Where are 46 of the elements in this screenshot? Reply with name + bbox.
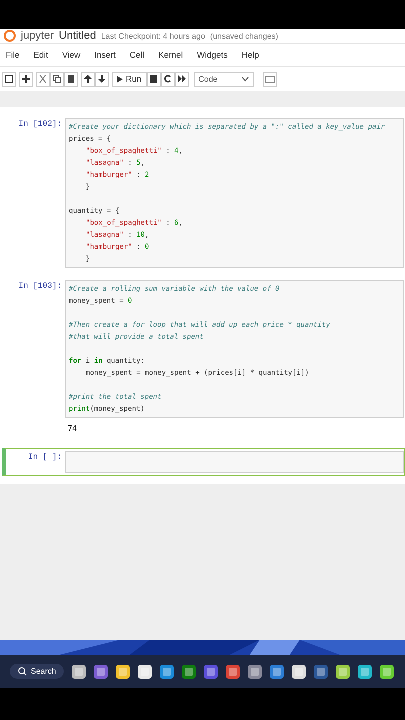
save-button[interactable] — [2, 72, 16, 86]
fast-forward-button[interactable] — [174, 72, 189, 86]
menu-item[interactable]: View — [62, 50, 81, 60]
move-up-button[interactable] — [81, 72, 95, 86]
menu-item[interactable]: Insert — [94, 50, 116, 60]
stop-icon — [150, 75, 158, 83]
input-prompt: In [ ]: — [27, 452, 63, 464]
down-arrow-icon — [98, 75, 106, 83]
caret-icon — [242, 76, 249, 82]
move-down-button[interactable] — [95, 72, 109, 86]
app-logo: jupyter — [21, 30, 54, 42]
restart-button[interactable] — [160, 72, 175, 86]
search-button[interactable]: Search — [10, 664, 64, 679]
stop-button[interactable] — [146, 72, 161, 86]
cell-type-dropdown[interactable]: Code — [194, 72, 254, 86]
run-button[interactable]: Run — [112, 72, 147, 86]
notebook-name[interactable]: Untitled — [59, 30, 96, 42]
restart-icon — [164, 75, 172, 83]
menu-item[interactable]: Kernel — [158, 50, 184, 60]
menu-item[interactable]: Widgets — [197, 50, 228, 60]
up-arrow-icon — [84, 75, 92, 83]
save-icon — [5, 75, 13, 83]
save-status: (unsaved changes) — [210, 32, 278, 40]
input-prompt: In [103]: — [18, 281, 63, 293]
keyboard-button[interactable] — [262, 72, 277, 86]
paste-button[interactable] — [64, 72, 78, 86]
search-icon — [18, 667, 27, 676]
logo-icon — [4, 30, 16, 42]
copy-button[interactable] — [50, 72, 64, 86]
play-icon — [117, 76, 123, 82]
scissors-icon — [39, 75, 47, 83]
plus-icon — [22, 75, 30, 83]
menu-item[interactable]: Edit — [34, 50, 48, 60]
keyboard-icon — [264, 76, 275, 82]
input-prompt: In [102]: — [18, 119, 63, 131]
fast-forward-icon — [178, 75, 186, 83]
menu-item[interactable]: Help — [242, 50, 260, 60]
checkpoint-text: Last Checkpoint: 4 hours ago — [101, 32, 206, 40]
menu-item[interactable]: Cell — [130, 50, 145, 60]
add-button[interactable] — [19, 72, 33, 86]
notebook-cell[interactable]: In [ ]: — [2, 448, 405, 476]
menu-item[interactable]: File — [6, 50, 20, 60]
copy-icon — [53, 75, 61, 83]
paste-icon — [67, 75, 75, 83]
code-editor[interactable] — [65, 280, 404, 418]
cut-button[interactable] — [36, 72, 50, 86]
